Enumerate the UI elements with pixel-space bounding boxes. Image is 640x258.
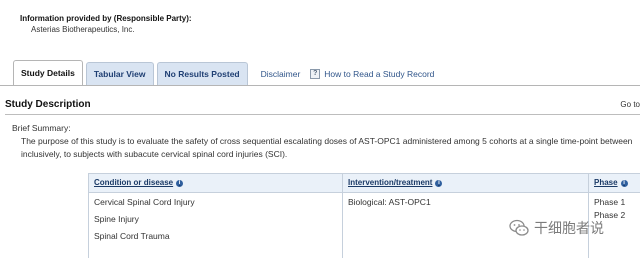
brief-summary-label: Brief Summary: — [12, 123, 71, 133]
condition-item[interactable]: Cervical Spinal Cord Injury — [94, 194, 195, 211]
conditions-cell: Cervical Spinal Cord Injury Spine Injury… — [94, 194, 195, 245]
how-to-read-label: How to Read a Study Record — [324, 69, 435, 79]
header-intervention-label: Intervention/treatment — [348, 178, 433, 187]
tab-divider — [0, 85, 640, 86]
info-icon[interactable]: i — [435, 179, 443, 187]
tab-study-details[interactable]: Study Details — [13, 60, 83, 85]
intervention-item: Biological: AST-OPC1 — [348, 197, 431, 207]
header-phase-label: Phase — [594, 178, 618, 187]
help-icon: ? — [310, 69, 321, 79]
tab-no-results-posted[interactable]: No Results Posted — [156, 62, 248, 85]
header-condition-label: Condition or disease — [94, 178, 174, 187]
header-condition[interactable]: Condition or disease i — [94, 174, 184, 192]
brief-summary-line: inclusively, to subjects with subacute c… — [21, 149, 288, 159]
tab-tabular-view[interactable]: Tabular View — [85, 62, 154, 85]
header-intervention[interactable]: Intervention/treatment i — [348, 174, 443, 192]
section-title: Study Description — [5, 99, 91, 110]
info-icon[interactable]: i — [620, 179, 628, 187]
watermark: 干细胞者说 — [509, 218, 604, 238]
column-divider — [588, 174, 589, 258]
conditions-table: Condition or disease i Intervention/trea… — [88, 173, 640, 258]
responsible-party-header: Information provided by (Responsible Par… — [20, 14, 192, 23]
brief-summary-text: The purpose of this study is to evaluate… — [21, 135, 640, 161]
conditions-table-header: Condition or disease i Intervention/trea… — [89, 174, 640, 193]
study-tabs: Study Details Tabular View No Results Po… — [13, 60, 434, 85]
section-header: Study Description Go to — [5, 96, 640, 115]
brief-summary-line: The purpose of this study is to evaluate… — [21, 136, 633, 146]
responsible-party-name: Asterias Biotherapeutics, Inc. — [31, 25, 135, 34]
responsible-party-block: Information provided by (Responsible Par… — [20, 13, 192, 35]
info-icon[interactable]: i — [176, 179, 184, 187]
condition-item[interactable]: Spinal Cord Trauma — [94, 228, 195, 245]
interventions-cell: Biological: AST-OPC1 — [348, 194, 431, 211]
watermark-text: 干细胞者说 — [534, 220, 604, 236]
header-phase[interactable]: Phase i — [594, 174, 628, 192]
wechat-logo-icon — [509, 219, 529, 236]
column-divider — [342, 174, 343, 258]
disclaimer-link[interactable]: Disclaimer — [261, 63, 301, 85]
condition-item[interactable]: Spine Injury — [94, 211, 195, 228]
how-to-read-link[interactable]: ? How to Read a Study Record — [310, 63, 434, 85]
goto-link[interactable]: Go to — [620, 96, 640, 114]
